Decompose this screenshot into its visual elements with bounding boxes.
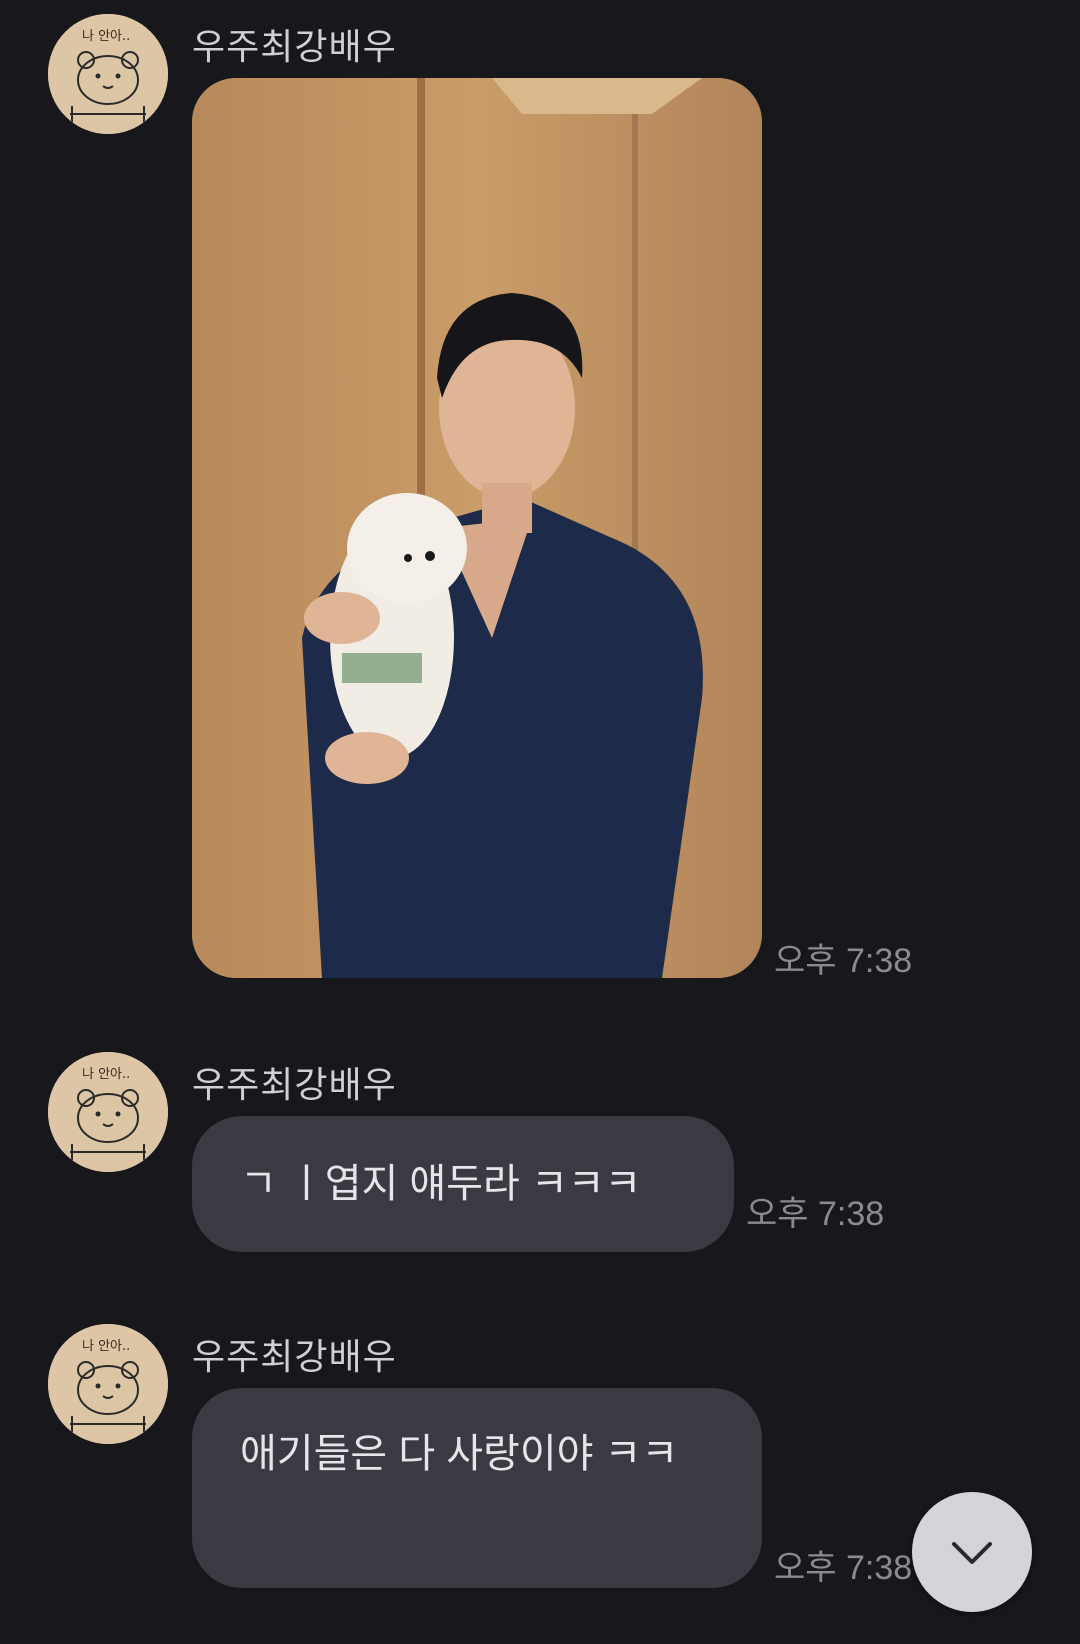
message-timestamp: 오후 7:38: [774, 1549, 913, 1587]
sender-avatar[interactable]: 나 안아..: [48, 1324, 168, 1444]
message-group-photo: 나 안아.. 우주최강배우 오후 7:38: [0, 0, 1080, 1000]
message-timestamp: 오후 7:38: [774, 942, 913, 980]
bear-drawing-icon: 나 안아..: [48, 1052, 168, 1172]
avatar-caption: 나 안아..: [82, 1339, 130, 1354]
sender-name: 우주최강배우: [192, 26, 397, 67]
photo-message[interactable]: [192, 78, 762, 978]
bear-drawing-icon: 나 안아..: [48, 1324, 168, 1444]
photo-image: [192, 78, 762, 978]
message-timestamp: 오후 7:38: [746, 1195, 885, 1233]
sender-name: 우주최강배우: [192, 1336, 397, 1377]
text-message-bubble[interactable]: ㄱ ㅣ엽지 얘두라 ㅋㅋㅋ: [192, 1116, 734, 1252]
sender-avatar[interactable]: 나 안아..: [48, 14, 168, 134]
chevron-down-icon: [952, 1542, 992, 1564]
bear-drawing-icon: 나 안아..: [48, 14, 168, 134]
message-group-text-1: 나 안아.. 우주최강배우 ㄱ ㅣ엽지 얘두라 ㅋㅋㅋ 오후 7:38: [0, 1040, 1080, 1260]
avatar-caption: 나 안아..: [82, 29, 130, 44]
avatar-caption: 나 안아..: [82, 1067, 130, 1082]
sender-avatar[interactable]: 나 안아..: [48, 1052, 168, 1172]
text-message-bubble[interactable]: 애기들은 다 사랑이야 ㅋㅋ: [192, 1388, 762, 1588]
scroll-to-bottom-button[interactable]: [912, 1492, 1032, 1612]
sender-name: 우주최강배우: [192, 1064, 397, 1105]
